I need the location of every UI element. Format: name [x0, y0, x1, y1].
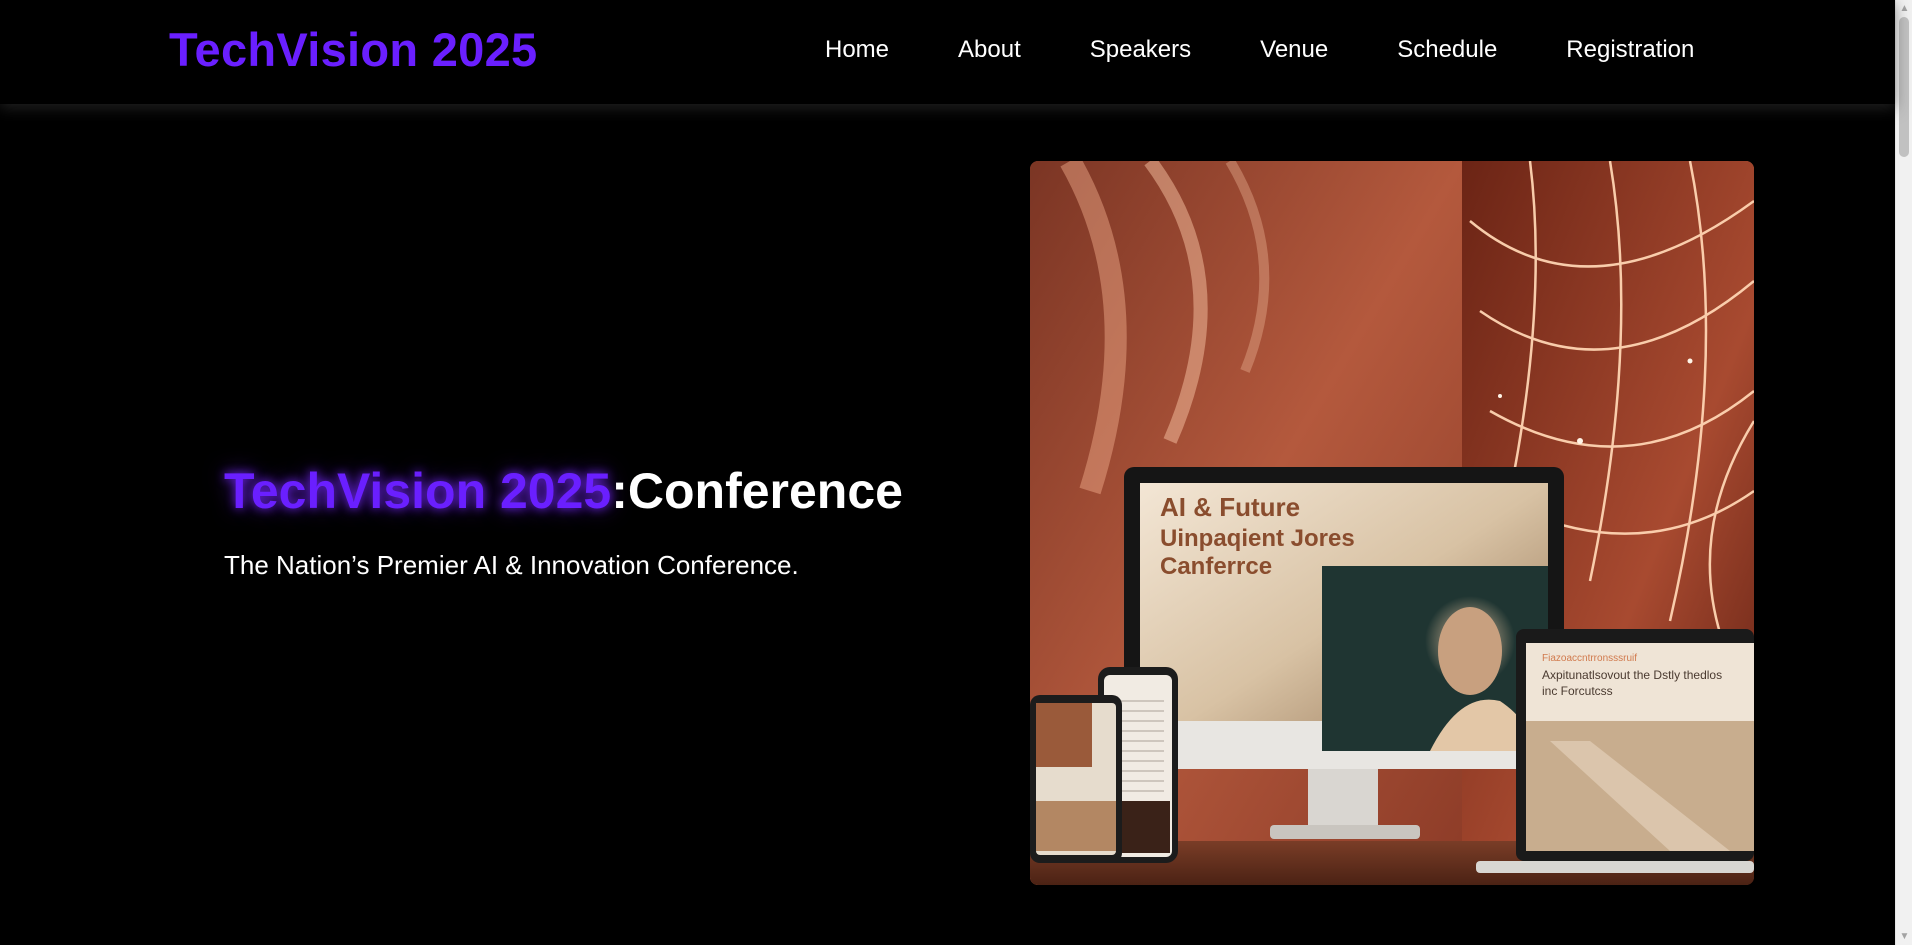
nav-home[interactable]: Home — [825, 36, 889, 64]
nav-registration[interactable]: Registration — [1566, 36, 1694, 64]
vertical-scrollbar[interactable]: ▲ ▼ — [1895, 0, 1912, 945]
monitor-headline-1: AI & Future — [1160, 492, 1300, 522]
hero-subtitle: The Nation’s Premier AI & Innovation Con… — [224, 550, 799, 580]
hero-illustration: AI & Future Uinpaqient Jores Canferrce F… — [1030, 161, 1754, 885]
monitor-headline-2: Uinpaqient Jores — [1160, 525, 1355, 552]
laptop-line-2: inc Forcutcss — [1542, 684, 1613, 698]
site-logo[interactable]: TechVision 2025 — [169, 22, 538, 77]
hero-title-brand: TechVision 2025 — [224, 463, 612, 519]
page: TechVision 2025 Home About Speakers Venu… — [0, 0, 1912, 945]
nav-venue[interactable]: Venue — [1260, 36, 1328, 64]
nav-speakers[interactable]: Speakers — [1090, 36, 1191, 64]
laptop-small-text: Fiazoaccntrronsssruif — [1542, 653, 1637, 664]
monitor-headline-3: Canferrce — [1160, 553, 1272, 580]
scroll-up-arrow-icon[interactable]: ▲ — [1896, 0, 1912, 17]
hero-title-rest: :Conference — [611, 463, 903, 519]
scroll-thumb[interactable] — [1899, 17, 1909, 157]
scroll-down-arrow-icon[interactable]: ▼ — [1896, 928, 1912, 945]
hero-title: TechVision 2025:Conference — [224, 462, 903, 520]
nav-about[interactable]: About — [958, 36, 1021, 64]
laptop-line-1: Axpitunatlsovout the Dstly thedlos — [1542, 668, 1722, 682]
top-navbar: TechVision 2025 Home About Speakers Venu… — [0, 0, 1895, 104]
hero-image-devices-mockup: AI & Future Uinpaqient Jores Canferrce F… — [1030, 161, 1754, 885]
nav-schedule[interactable]: Schedule — [1397, 36, 1497, 64]
main-nav: Home About Speakers Venue Schedule Regis… — [825, 36, 1694, 64]
